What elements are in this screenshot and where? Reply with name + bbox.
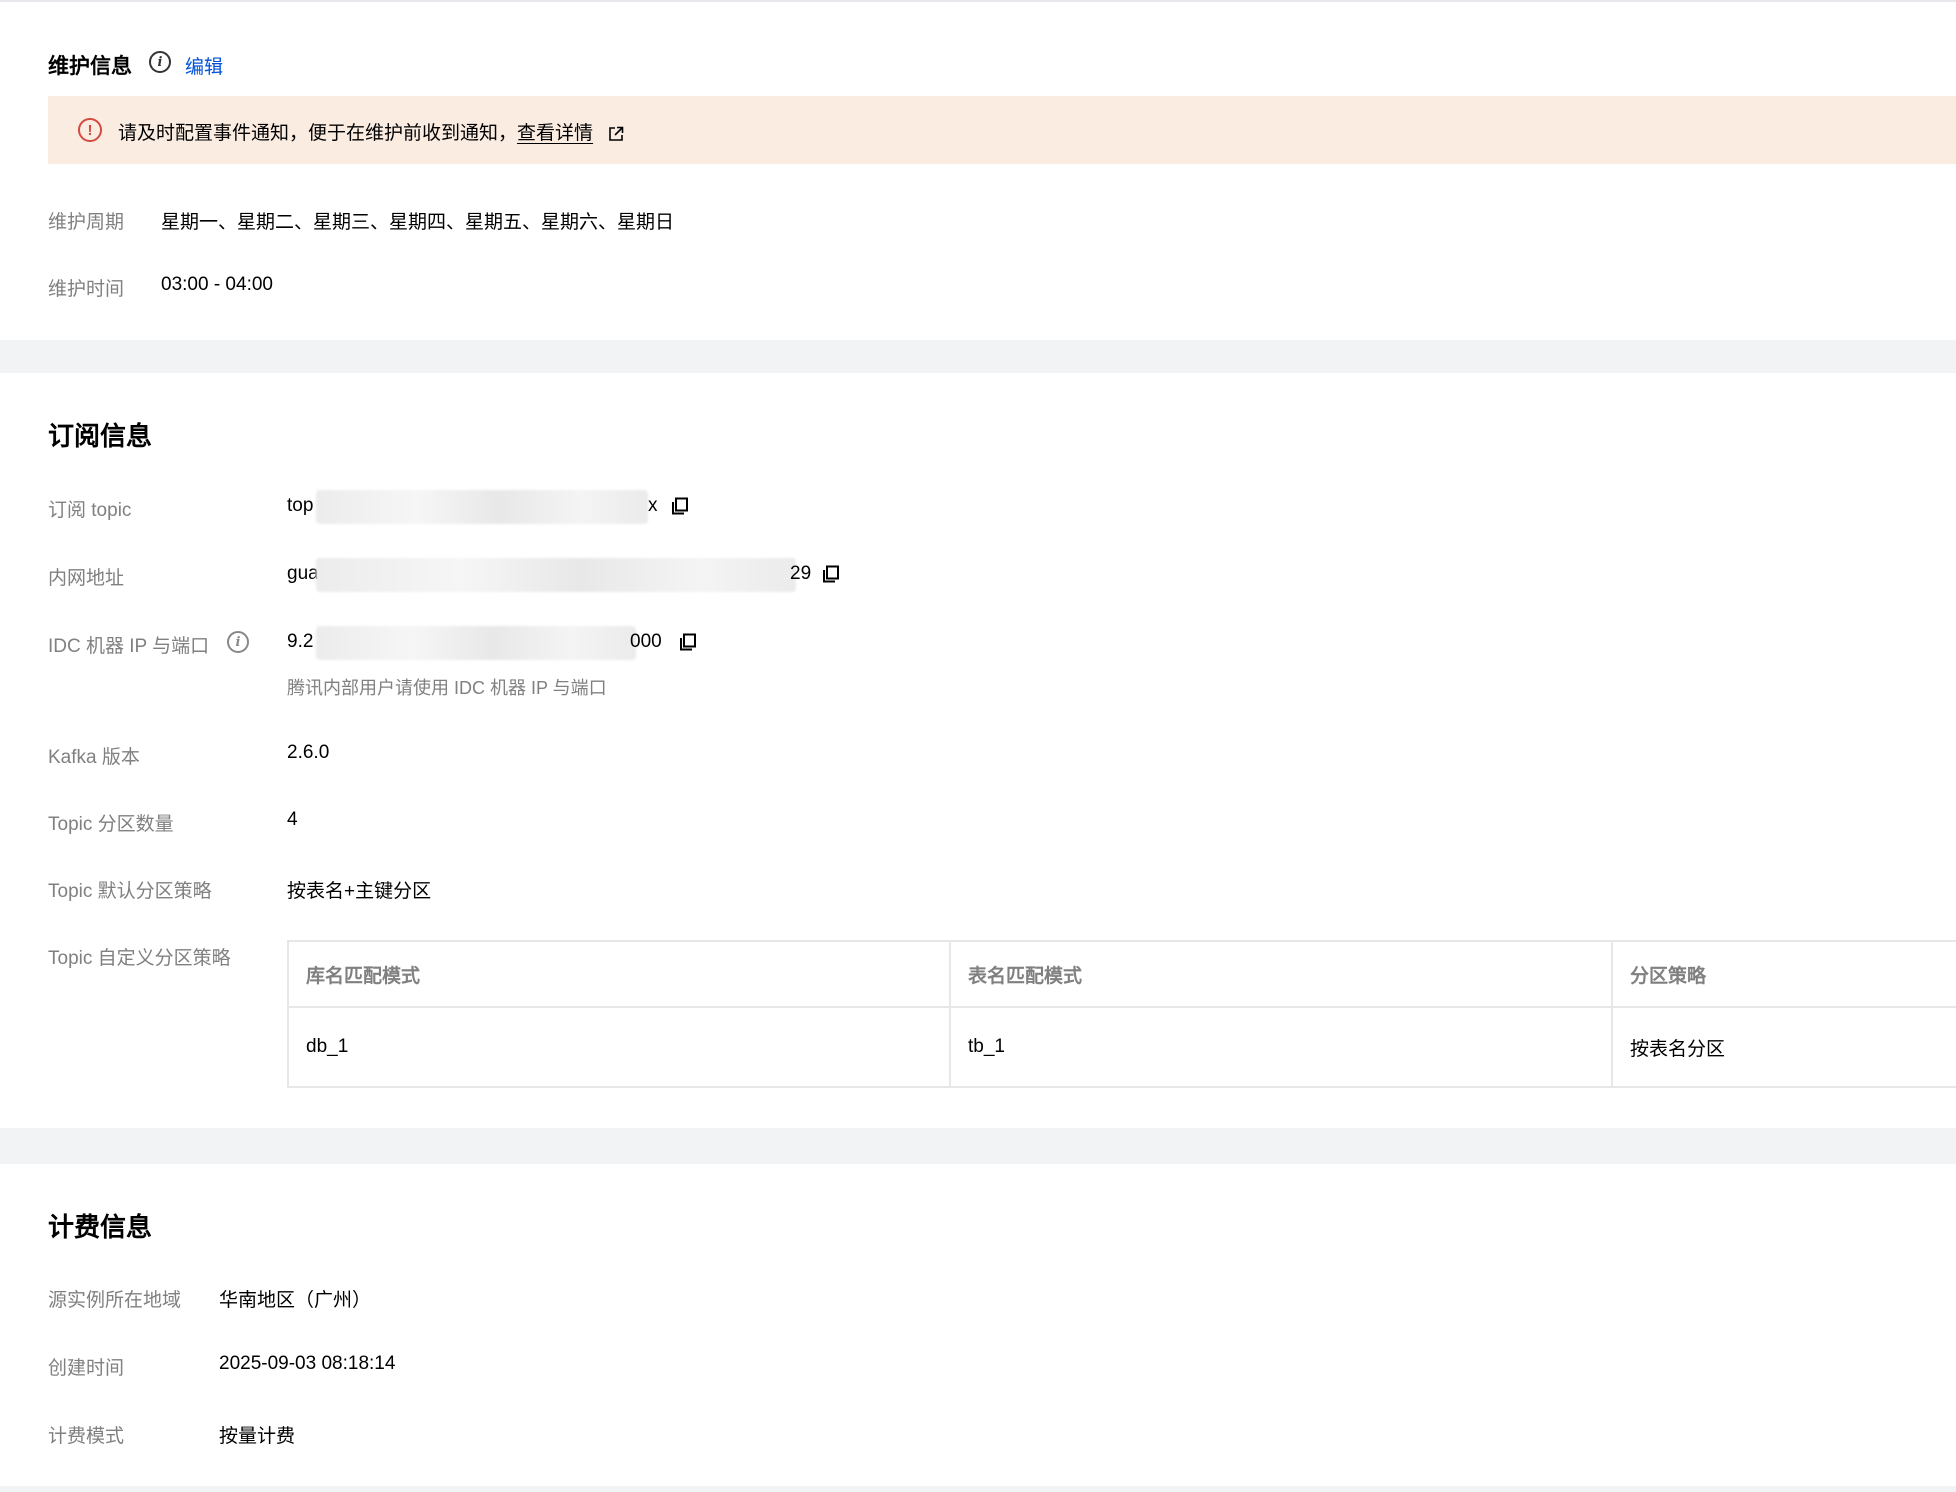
billing-title: 计费信息 (48, 1212, 153, 1242)
maintenance-time-label: 维护时间 (48, 279, 125, 300)
column-header-strategy: 分区策略 (1612, 941, 1956, 1008)
billing-mode-label: 计费模式 (48, 1426, 125, 1447)
cell-db-pattern: db_1 (288, 1007, 951, 1087)
column-header-db-pattern: 库名匹配模式 (288, 941, 951, 1008)
idc-help-text: 腾讯内部用户请使用 IDC 机器 IP 与端口 (287, 678, 607, 698)
intranet-label: 内网地址 (48, 568, 125, 589)
default-strategy-label: Topic 默认分区策略 (48, 881, 212, 902)
region-value: 华南地区（广州） (219, 1290, 372, 1311)
maintenance-period-label: 维护周期 (48, 212, 125, 233)
maintenance-title: 维护信息 (48, 55, 132, 78)
billing-section: 计费信息 源实例所在地域 华南地区（广州） 创建时间 2025-09-03 08… (0, 1164, 1956, 1486)
maintenance-period-value: 星期一、星期二、星期三、星期四、星期五、星期六、星期日 (161, 212, 675, 233)
partition-count-label: Topic 分区数量 (48, 814, 174, 835)
cell-table-pattern: tb_1 (950, 1007, 1613, 1087)
kafka-version-value: 2.6.0 (287, 742, 330, 763)
topic-label: 订阅 topic (48, 500, 132, 521)
kafka-version-label: Kafka 版本 (48, 747, 140, 768)
table-row: db_1 tb_1 按表名分区 (288, 1007, 1956, 1087)
region-label: 源实例所在地域 (48, 1290, 182, 1311)
partition-count-value: 4 (287, 809, 298, 830)
info-icon[interactable]: i (149, 51, 171, 73)
edit-link[interactable]: 编辑 (185, 52, 223, 79)
table-header-row: 库名匹配模式 表名匹配模式 分区策略 (288, 941, 1956, 1008)
intranet-suffix: 29 (790, 563, 812, 584)
idc-label: IDC 机器 IP 与端口 (48, 636, 210, 657)
info-icon[interactable]: i (227, 631, 249, 653)
custom-strategy-label: Topic 自定义分区策略 (48, 948, 231, 969)
external-link-icon[interactable] (608, 126, 624, 142)
copy-icon[interactable] (671, 497, 689, 515)
notification-alert: ! 请及时配置事件通知，便于在维护前收到通知，查看详情 (48, 96, 1956, 164)
default-strategy-value: 按表名+主键分区 (287, 881, 432, 902)
alert-message: 请及时配置事件通知，便于在维护前收到通知，查看详情 (118, 118, 624, 145)
topic-prefix: top (287, 495, 314, 516)
copy-icon[interactable] (679, 633, 697, 651)
cell-strategy: 按表名分区 (1630, 1038, 1726, 1060)
redacted-intranet-address (316, 558, 796, 592)
topic-suffix: x (648, 495, 658, 516)
subscription-title: 订阅信息 (48, 421, 153, 451)
alert-text: 请及时配置事件通知，便于在维护前收到通知， (118, 123, 518, 144)
column-header-table-pattern: 表名匹配模式 (950, 941, 1613, 1008)
idc-suffix: 000 (630, 631, 662, 652)
billing-mode-value: 按量计费 (219, 1426, 296, 1447)
intranet-prefix: gua (287, 563, 319, 584)
custom-strategy-table: 库名匹配模式 表名匹配模式 分区策略 db_1 tb_1 按表名分区 (287, 940, 1956, 1088)
created-time-label: 创建时间 (48, 1358, 125, 1379)
maintenance-section: 维护信息 i 编辑 ! 请及时配置事件通知，便于在维护前收到通知，查看详情 维护… (0, 0, 1956, 340)
redacted-idc-ip (316, 626, 636, 660)
subscription-section: 订阅信息 订阅 topic top x 内网地址 gua 29 IDC 机器 I… (0, 373, 1956, 1128)
copy-icon[interactable] (822, 565, 840, 583)
warning-icon: ! (78, 118, 102, 142)
idc-prefix: 9.2 (287, 631, 314, 652)
view-details-link[interactable]: 查看详情 (517, 123, 593, 144)
redacted-topic (316, 490, 648, 524)
maintenance-time-value: 03:00 - 04:00 (161, 274, 273, 295)
created-time-value: 2025-09-03 08:18:14 (219, 1353, 396, 1374)
